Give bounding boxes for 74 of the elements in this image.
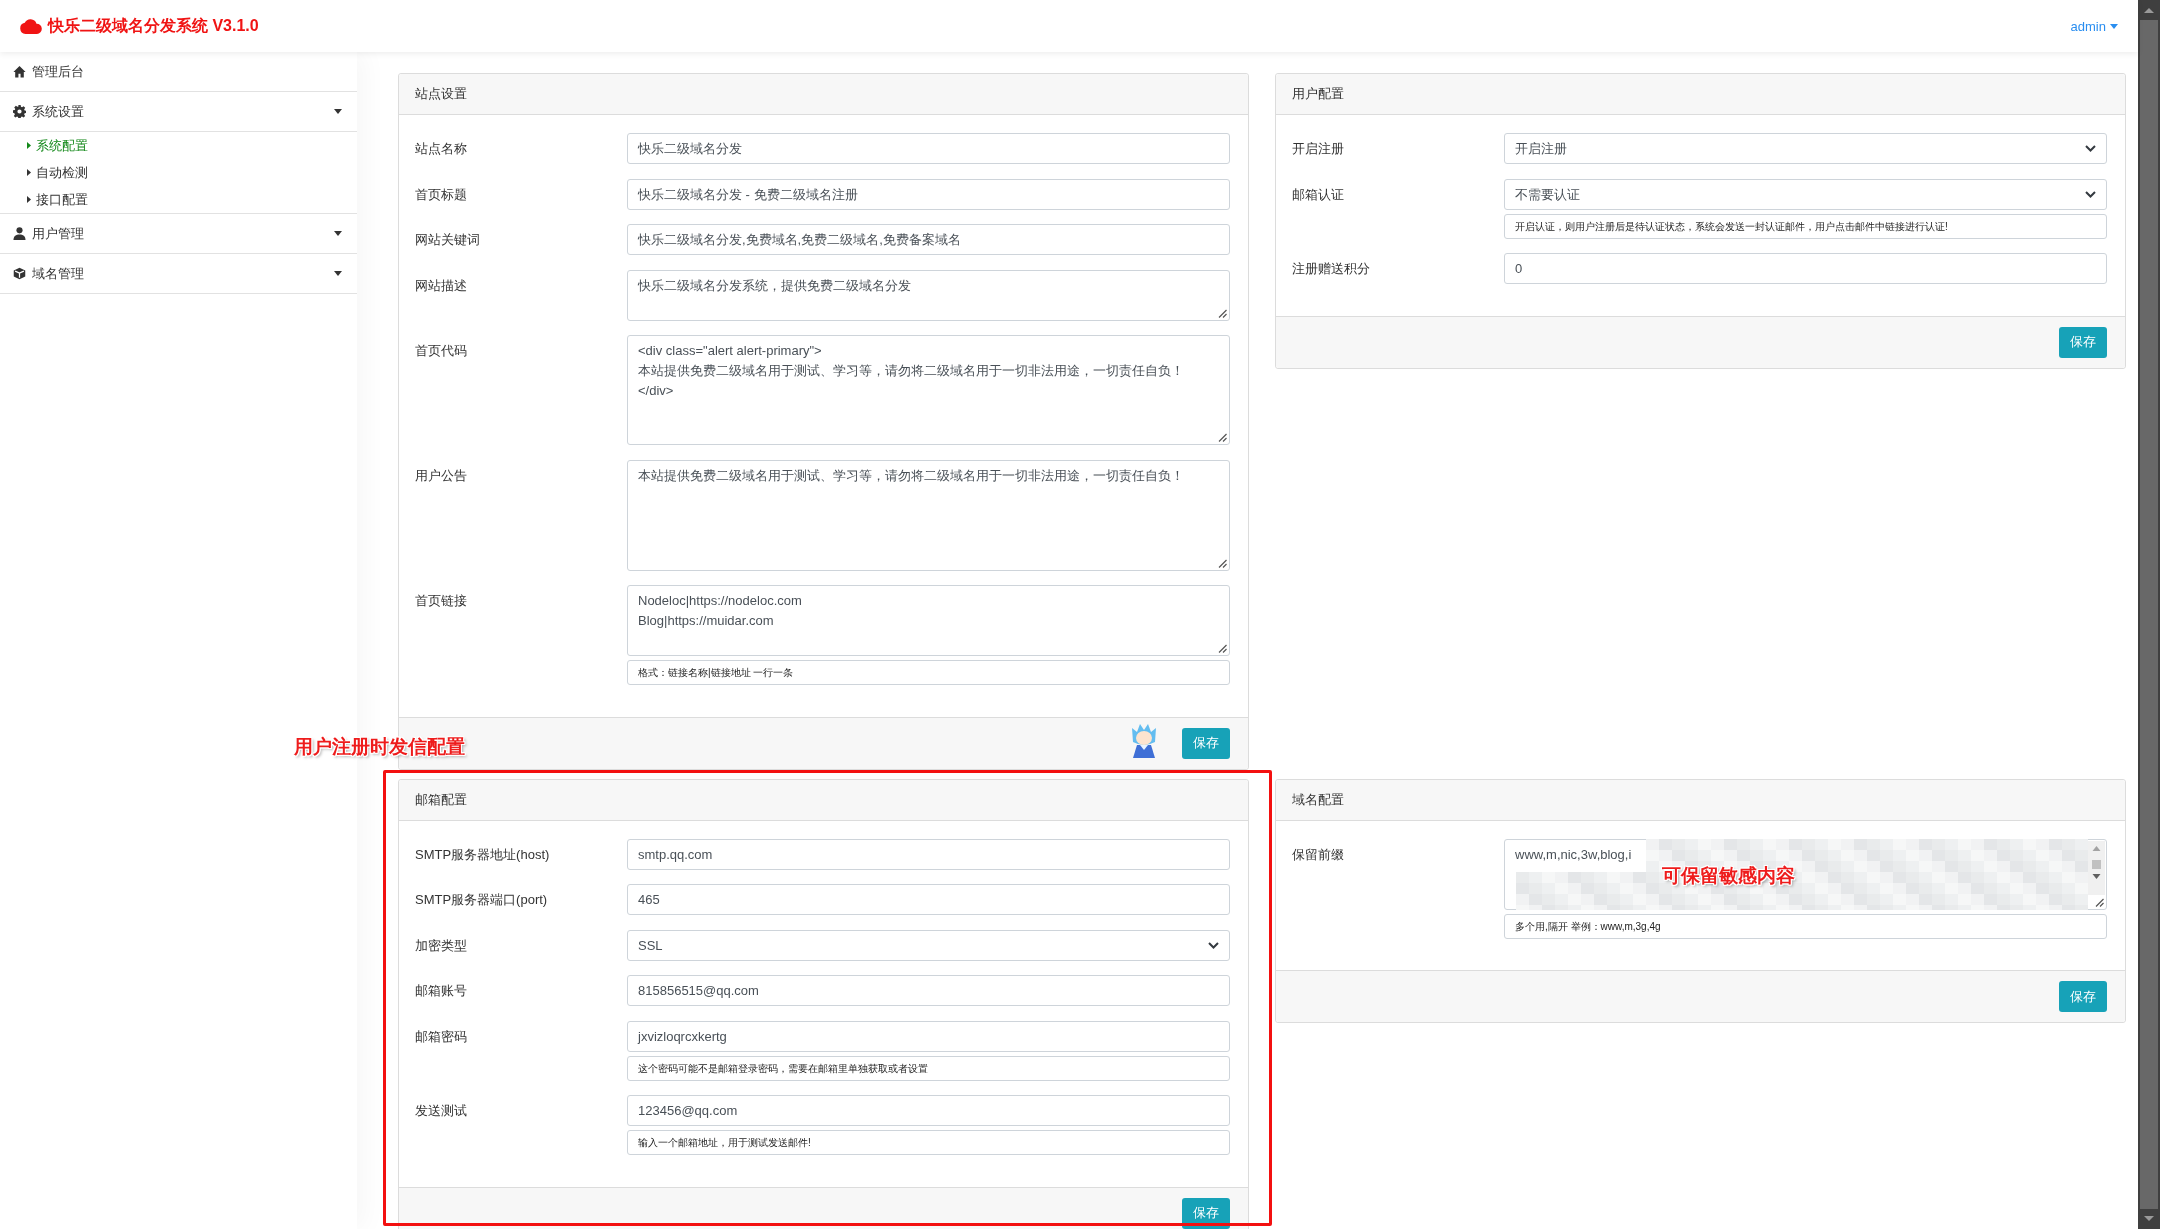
caret-right-icon	[27, 169, 31, 176]
form-label: 开启注册	[1292, 140, 1344, 158]
caret-down-icon	[334, 231, 342, 236]
caret-down-icon	[334, 109, 342, 114]
caret-down-icon	[2110, 23, 2118, 29]
form-label: 邮箱认证	[1292, 185, 1344, 204]
caret-right-icon	[27, 196, 31, 203]
form-label: 发送测试	[415, 1102, 467, 1120]
form-label: 站点名称	[415, 140, 467, 158]
help-note: 输入一个邮箱地址，用于测试发送邮件!	[627, 1130, 1230, 1155]
form-label: SMTP服务器端口(port)	[415, 891, 548, 909]
scrollbar[interactable]	[2088, 840, 2105, 895]
annotation-text: 可保留敏感内容	[1662, 864, 1795, 887]
text-field[interactable]: 快乐二级域名分发	[627, 133, 1230, 164]
user-icon	[13, 227, 26, 240]
select-field[interactable]: 不需要认证	[1504, 178, 2107, 210]
sidebar-subitem[interactable]: 接口配置	[0, 186, 357, 213]
cloud-icon	[20, 18, 42, 34]
textarea-field[interactable]: 本站提供免费二级域名用于测试、学习等，请勿将二级域名用于一切非法用途，一切责任自负！	[627, 459, 1230, 571]
home-icon	[13, 65, 26, 78]
sidebar-item[interactable]: 用户管理	[0, 214, 357, 254]
cube-icon	[13, 267, 26, 280]
chevron-down-icon	[2085, 190, 2096, 198]
resize-grip-icon[interactable]	[1218, 308, 1227, 318]
text-field[interactable]: 465	[627, 884, 1230, 915]
sidebar-item[interactable]: 管理后台	[0, 52, 357, 92]
text-field[interactable]: jxvizloqrcxkertg	[627, 1020, 1230, 1052]
panel-header: 邮箱配置	[399, 779, 1248, 821]
form-label: 首页链接	[415, 592, 467, 610]
select-field[interactable]: 开启注册	[1504, 133, 2107, 164]
resize-grip-icon[interactable]	[1218, 644, 1227, 653]
textarea-field[interactable]: <div class="alert alert-primary"> 本站提供免费二级域名用于测试、学习等，请勿将二级域名用于一切非法用途，一切责任自负！ </div>	[627, 335, 1230, 445]
sidebar-item[interactable]: 域名管理	[0, 254, 357, 294]
form-label: 首页标题	[415, 185, 467, 204]
panel-header: 站点设置	[399, 74, 1248, 115]
form-label: 网站描述	[415, 276, 467, 295]
help-note: 开启认证，则用户注册后是待认证状态，系统会发送一封认证邮件，用户点击邮件中链接进行认证!	[1504, 213, 2107, 239]
form-label: 邮箱密码	[415, 1027, 467, 1046]
annotation-text: 用户注册时发信配置	[294, 736, 465, 758]
select-field[interactable]: SSL	[627, 929, 1230, 961]
form-label: 加密类型	[415, 936, 467, 955]
help-note: 多个用,隔开 举例：www,m,3g,4g	[1504, 913, 2107, 939]
sidebar-item[interactable]: 系统设置	[0, 92, 357, 132]
text-field[interactable]: smtp.qq.com	[627, 838, 1230, 870]
help-note: 格式：链接名称|链接地址 一行一条	[627, 660, 1230, 685]
caret-down-icon	[334, 271, 342, 276]
textarea-field[interactable]: Nodeloc|https://nodeloc.com Blog|https://muidar.com	[627, 585, 1230, 656]
text-field[interactable]: 0	[1504, 253, 2107, 284]
form-label: 用户公告	[415, 466, 467, 485]
form-label: 注册赠送积分	[1292, 260, 1370, 278]
help-note: 这个密码可能不是邮箱登录密码，需要在邮箱里单独获取或者设置	[627, 1055, 1230, 1081]
resize-grip-icon[interactable]	[1218, 558, 1227, 568]
resize-grip-icon[interactable]	[2095, 897, 2104, 907]
chevron-down-icon	[2085, 145, 2096, 152]
app-title: 快乐二级域名分发系统 V3.1.0	[48, 15, 259, 36]
caret-right-icon	[27, 142, 31, 149]
gear-icon	[13, 105, 26, 118]
text-field[interactable]: 快乐二级域名分发 - 免费二级域名注册	[627, 178, 1230, 210]
form-label: 邮箱账号	[415, 982, 467, 1000]
form-label: 网站关键词	[415, 231, 480, 249]
form-label: 首页代码	[415, 342, 467, 360]
resize-grip-icon[interactable]	[1218, 433, 1227, 442]
sidebar-subitem[interactable]: 自动检测	[0, 159, 357, 186]
text-field[interactable]: 815856515@qq.com	[627, 975, 1230, 1006]
form-label: 保留前缀	[1292, 845, 1344, 864]
scrollbar[interactable]	[2138, 0, 2160, 1229]
form-label: SMTP服务器地址(host)	[415, 845, 550, 864]
panel-header: 用户配置	[1276, 74, 2125, 115]
text-field[interactable]: 快乐二级域名分发,免费域名,免费二级域名,免费备案域名	[627, 224, 1230, 255]
panel-header: 域名配置	[1276, 779, 2125, 821]
chevron-down-icon	[1208, 941, 1219, 949]
text-field[interactable]: 123456@qq.com	[627, 1095, 1230, 1126]
sidebar-subitem[interactable]: 系统配置	[0, 132, 357, 159]
textarea-field[interactable]: 快乐二级域名分发系统，提供免费二级域名分发	[627, 269, 1230, 321]
